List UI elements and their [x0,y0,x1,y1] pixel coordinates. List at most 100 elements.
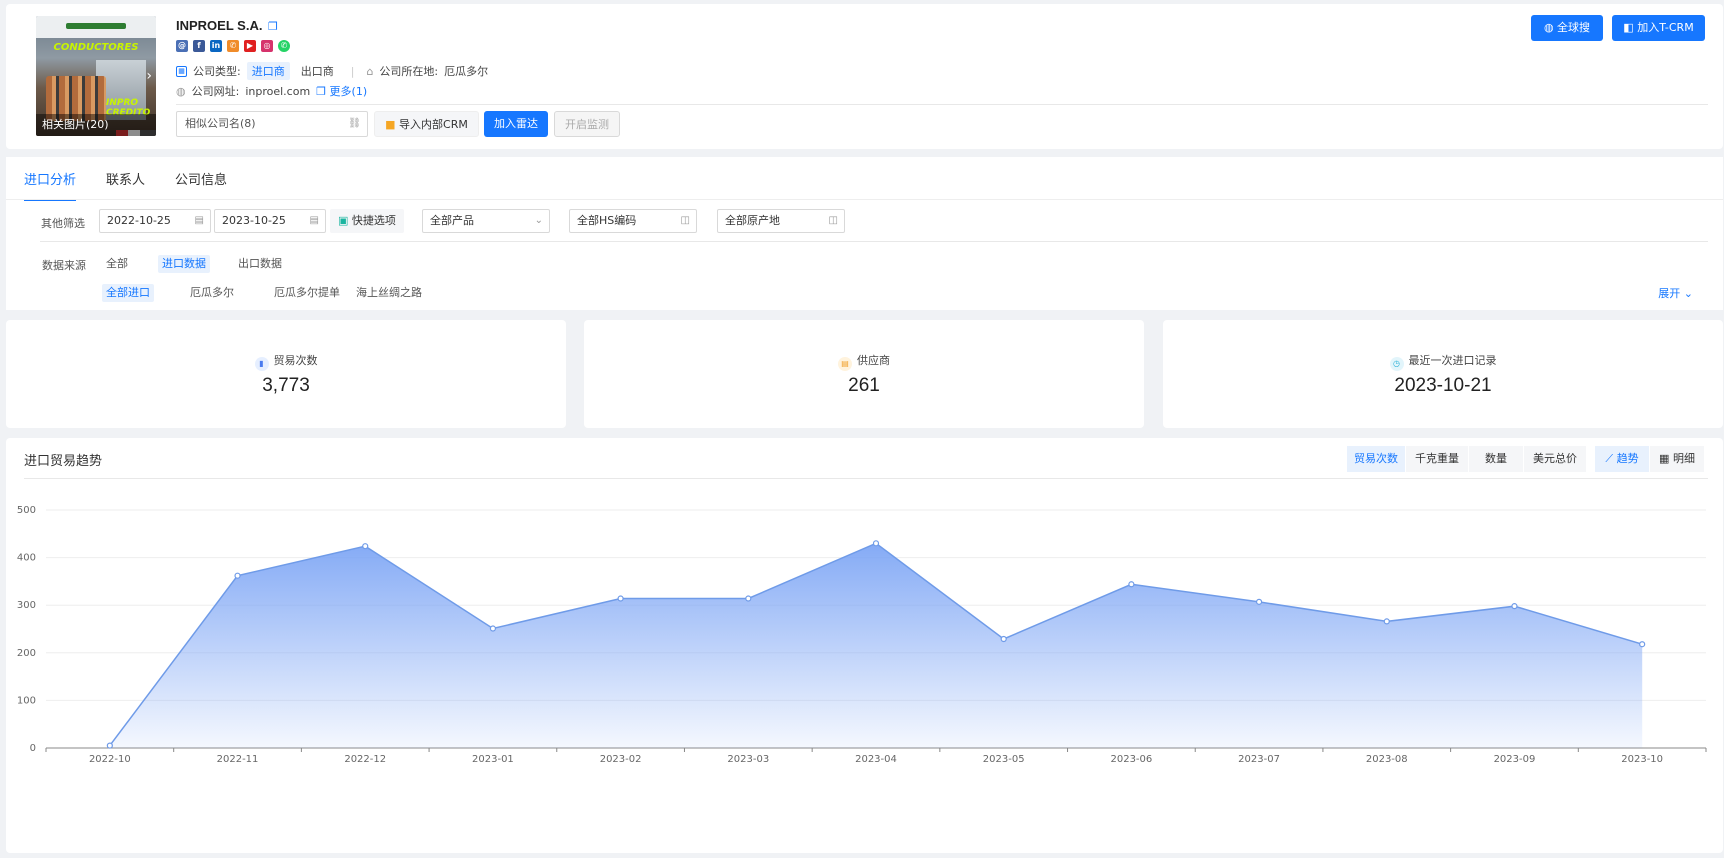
other-filter-label: 其他筛选 [41,217,85,230]
whatsapp-icon[interactable]: ✆ [278,40,290,52]
x-tick-label: 2023-07 [1238,754,1280,765]
similar-companies-field[interactable]: 相似公司名(8) ⛓ [176,111,368,137]
calendar-icon: ▤ [309,215,319,226]
stat-card-trades: ▮ 贸易次数 3,773 [6,320,566,428]
supplier-icon: ▤ [838,357,852,371]
stat-label: ◷ 最近一次进口记录 [1163,352,1723,371]
header-divider [176,104,1708,105]
y-tick-label: 0 [30,743,36,754]
site-value[interactable]: inproel.com [245,85,310,98]
hs-code-value: 全部HS编码 [577,214,637,227]
last-record-value: 2023-10-21 [1394,375,1492,396]
tab-contacts[interactable]: 联系人 [106,169,145,201]
x-tick-label: 2023-06 [1110,754,1152,765]
tab-company-info[interactable]: 公司信息 [175,169,227,201]
phone-icon[interactable]: ✆ [227,40,239,52]
data-point [1255,598,1263,605]
separator: | [350,64,355,78]
data-point [106,742,113,749]
source-export[interactable]: 出口数据 [234,255,286,273]
add-radar-button[interactable]: 加入雷达 [484,111,548,137]
date-to-input[interactable]: 2023-10-25 ▤ [214,209,326,233]
company-photo-gallery[interactable]: CONDUCTORES INPRO CREDITO › 相关图片(20) [36,16,156,136]
photo-logo-bar [36,16,156,38]
company-type-label: 公司类型: [193,65,241,78]
y-tick-label: 200 [17,648,36,659]
source-import[interactable]: 进口数据 [158,255,210,273]
chevron-down-icon: ⌄ [534,215,543,226]
suppliers-label: 供应商 [857,354,890,367]
chevron-down-icon: ⌄ [1683,287,1693,300]
similar-companies-text: 相似公司名(8) [185,117,256,130]
date-from-value: 2022-10-25 [107,214,171,227]
data-point [872,540,880,547]
site-label: 公司网址: [191,85,240,98]
more-sites-text: 更多(1) [329,85,368,98]
data-point [489,625,497,632]
last-record-label: 最近一次进口记录 [1408,354,1497,367]
globe-icon: ◍ [1543,21,1554,34]
add-tcrm-button[interactable]: ◧ 加入T-CRM [1612,15,1705,41]
hs-code-select[interactable]: 全部HS编码 ◫ [569,209,697,233]
tab-import-analysis[interactable]: 进口分析 [24,169,77,201]
filter-icon: ◫ [828,215,838,226]
global-search-button[interactable]: ◍ 全球搜 [1531,15,1603,41]
trend-chart: 0 100 200 300 400 500 2022-10 2022-11 2022-12 202… [17,505,1707,765]
type-importer-tag: 进口商 [246,62,290,80]
monitor-button[interactable]: 开启监测 [554,111,620,137]
building-icon: ▦ [176,65,187,77]
x-tick-label: 2023-01 [472,754,514,765]
x-tick-label: 2022-12 [344,754,386,765]
import-crm-button[interactable]: ■ 导入内部CRM [374,111,479,137]
location-label: 公司所在地: [379,65,439,78]
sub-source-all-import[interactable]: 全部进口 [102,284,154,302]
date-from-input[interactable]: 2022-10-25 ▤ [99,209,211,233]
copy-icon[interactable]: ❐ [268,20,278,33]
stat-card-suppliers: ▤ 供应商 261 [584,320,1144,428]
more-sites-link[interactable]: ❐ 更多(1) [316,83,367,99]
filter-card: 进口分析 联系人 公司信息 其他筛选 2022-10-25 ▤ 2023-10-2… [6,157,1723,310]
filter-icon: ◫ [680,215,690,226]
folder-icon: ■ [385,118,396,131]
source-all[interactable]: 全部 [102,255,132,273]
x-tick-label: 2022-11 [217,754,259,765]
data-point [1128,581,1135,588]
facebook-icon[interactable]: f [193,40,205,52]
data-point [1639,641,1646,648]
location-icon: ⌂ [366,64,374,78]
calendar-icon: ▤ [194,215,204,226]
next-photo-icon[interactable]: › [146,68,152,84]
clock-icon: ◷ [1389,357,1404,371]
email-icon[interactable]: @ [176,40,188,52]
product-select[interactable]: 全部产品 ⌄ [422,209,550,233]
suppliers-value: 261 [848,375,880,396]
trend-area [109,543,1643,748]
quick-options-button[interactable]: ▣ 快捷选项 [330,209,404,233]
sub-source-silk-road[interactable]: 海上丝绸之路 [352,284,426,302]
y-tick-label: 400 [17,553,36,564]
origin-select[interactable]: 全部原产地 ◫ [717,209,845,233]
location-value: 厄瓜多尔 [444,65,489,78]
trades-label: 贸易次数 [273,354,318,367]
data-point [745,595,752,602]
sub-source-ecuador[interactable]: 厄瓜多尔 [186,284,238,302]
data-point [1000,635,1007,643]
crm-icon: ◧ [1623,21,1634,34]
y-tick-label: 500 [17,505,36,516]
instagram-icon[interactable]: ◎ [261,40,273,52]
company-type-row: ▦ 公司类型: 进口商 出口商 | ⌂ 公司所在地: 厄瓜多尔 [176,62,488,80]
data-point [362,543,369,550]
y-tick-label: 300 [17,600,36,611]
stat-label: ▤ 供应商 [584,352,1144,371]
data-point [1511,603,1518,610]
x-tick-label: 2023-09 [1494,754,1536,765]
date-to-value: 2023-10-25 [222,214,286,227]
x-tick-label: 2023-10 [1621,754,1663,765]
company-site-row: ◍ 公司网址: inproel.com ❐ 更多(1) [176,83,367,99]
sub-source-ecuador-bl[interactable]: 厄瓜多尔提单 [270,284,344,302]
linkedin-icon[interactable]: in [210,40,222,52]
type-exporter-tag: 出口商 [300,65,334,78]
youtube-icon[interactable]: ▶ [244,40,256,52]
photo-banner-text: CONDUCTORES [53,42,139,53]
expand-toggle[interactable]: 展开 ⌄ [1658,285,1693,301]
